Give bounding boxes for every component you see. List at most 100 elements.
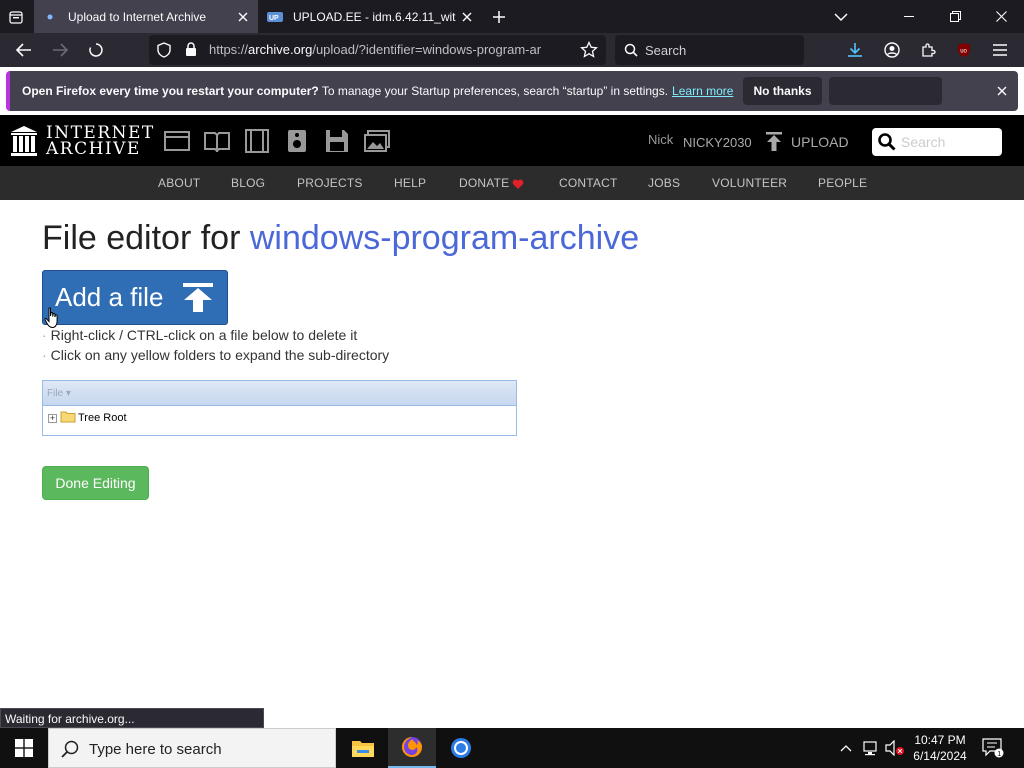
tab-list-icon[interactable]	[4, 6, 28, 28]
volume-muted-icon[interactable]	[884, 728, 906, 768]
navigation-bar: https://archive.org/upload/?identifier=w…	[0, 33, 1024, 67]
svg-text:UP: UP	[269, 15, 279, 22]
software-icon[interactable]	[324, 129, 350, 153]
file-explorer-icon[interactable]	[339, 728, 387, 768]
notification-text: To manage your Startup preferences, sear…	[318, 84, 669, 98]
network-icon[interactable]	[860, 728, 882, 768]
chrome-icon[interactable]	[437, 728, 485, 768]
clock-time: 10:47 PM	[914, 733, 966, 747]
shield-icon[interactable]	[157, 42, 171, 63]
loading-dot-icon	[42, 9, 58, 25]
extensions-icon[interactable]	[914, 36, 942, 64]
username-link[interactable]: NICKY2030	[683, 135, 752, 150]
hand-cursor-icon	[44, 307, 60, 334]
upload-arrow-icon	[766, 132, 782, 151]
notification-action-button[interactable]	[829, 77, 942, 105]
web-icon[interactable]	[164, 129, 190, 153]
notification-message: Open Firefox every time you restart your…	[22, 84, 733, 98]
folder-icon[interactable]	[60, 410, 76, 426]
stop-loading-icon[interactable]	[82, 36, 110, 64]
learn-more-link[interactable]: Learn more	[672, 84, 733, 98]
texts-icon[interactable]	[204, 129, 230, 153]
url-text[interactable]: https://archive.org/upload/?identifier=w…	[209, 42, 571, 57]
archive-building-icon	[11, 126, 37, 156]
close-tab-icon[interactable]	[456, 6, 478, 28]
hint-expand-text: Click on any yellow folders to expand th…	[50, 347, 390, 363]
nav-projects[interactable]: PROJECTS	[297, 176, 363, 190]
nav-donate[interactable]: DONATE	[459, 176, 509, 190]
firefox-icon[interactable]	[388, 728, 436, 768]
site-header: INTERNET ARCHIVE Nick NICKY2030 UPLOAD S…	[0, 115, 1024, 166]
site-search-input[interactable]: Search	[872, 128, 1002, 156]
close-window-icon[interactable]	[978, 0, 1024, 33]
done-editing-button[interactable]: Done Editing	[42, 466, 149, 500]
taskbar: Type here to search 10:47 PM 6/14/2024 1	[0, 728, 1024, 768]
page-title: File editor for windows-program-archive	[42, 219, 639, 258]
file-column-header[interactable]: File ▾	[43, 381, 516, 406]
browser-search-bar[interactable]: Search	[615, 35, 804, 65]
windows-start-icon[interactable]	[0, 728, 48, 768]
restore-icon[interactable]	[932, 0, 978, 33]
taskbar-search-box[interactable]: Type here to search	[48, 728, 336, 768]
lock-icon[interactable]	[185, 42, 197, 62]
internet-archive-logo[interactable]: INTERNET ARCHIVE	[10, 125, 155, 159]
nav-jobs[interactable]: JOBS	[648, 176, 680, 190]
status-text: Waiting for archive.org...	[0, 708, 264, 728]
tree-root-label[interactable]: Tree Root	[78, 412, 127, 424]
notifications-icon[interactable]: 1	[978, 728, 1008, 768]
upload-ee-favicon-icon: UP	[267, 9, 283, 25]
expand-plus-icon[interactable]: +	[48, 413, 57, 423]
nav-about[interactable]: ABOUT	[158, 176, 200, 190]
account-icon[interactable]	[878, 36, 906, 64]
close-notification-icon[interactable]	[992, 81, 1012, 101]
bookmark-star-icon[interactable]	[580, 40, 598, 64]
hint-delete-text: Right-click / CTRL-click on a file below…	[50, 327, 358, 343]
system-clock[interactable]: 10:47 PM 6/14/2024	[912, 732, 968, 764]
tab-strip: Upload to Internet Archive UP UPLOAD.EE …	[0, 0, 1024, 33]
menu-icon[interactable]	[986, 36, 1014, 64]
nav-blog[interactable]: BLOG	[231, 176, 265, 190]
item-identifier-link[interactable]: windows-program-archive	[250, 219, 639, 257]
upload-label: UPLOAD	[791, 134, 849, 150]
video-icon[interactable]	[244, 129, 270, 153]
no-thanks-button[interactable]: No thanks	[743, 77, 822, 105]
forward-icon[interactable]	[46, 36, 74, 64]
downloads-icon[interactable]	[841, 36, 869, 64]
logo-line-2: ARCHIVE	[46, 139, 141, 159]
nav-people[interactable]: PEOPLE	[818, 176, 867, 190]
images-icon[interactable]	[364, 129, 390, 153]
nav-contact[interactable]: CONTACT	[559, 176, 618, 190]
url-protocol: https://	[209, 42, 249, 57]
search-icon	[878, 133, 896, 156]
search-icon	[61, 740, 79, 763]
search-icon	[624, 43, 638, 62]
new-tab-icon[interactable]	[487, 5, 511, 29]
hint-delete: · Right-click / CTRL-click on a file belo…	[42, 327, 358, 343]
tab-upload-ee[interactable]: UP UPLOAD.EE - idm.6.42.11_with_	[259, 0, 482, 33]
add-file-button[interactable]: Add a file	[42, 270, 228, 325]
back-icon[interactable]	[10, 36, 38, 64]
upload-link[interactable]: UPLOAD	[765, 132, 849, 152]
address-bar[interactable]: https://archive.org/upload/?identifier=w…	[149, 35, 606, 65]
title-prefix: File editor for	[42, 219, 250, 257]
clock-date: 6/14/2024	[913, 749, 967, 763]
url-path: /upload/?identifier=windows-program-ar	[312, 42, 542, 57]
browser-search-placeholder: Search	[645, 43, 687, 58]
nav-volunteer[interactable]: VOLUNTEER	[712, 176, 787, 190]
tab-upload-internet-archive[interactable]: Upload to Internet Archive	[34, 0, 258, 33]
show-hidden-icons-chevron-icon[interactable]	[836, 728, 856, 768]
startup-notification-bar: Open Firefox every time you restart your…	[6, 71, 1018, 111]
user-nickname[interactable]: Nick	[648, 132, 673, 147]
audio-icon[interactable]	[284, 129, 310, 153]
taskbar-search-placeholder: Type here to search	[89, 741, 222, 758]
nav-help[interactable]: HELP	[394, 176, 426, 190]
tab-title: Upload to Internet Archive	[68, 9, 207, 24]
heart-icon	[512, 177, 524, 195]
notification-bold-text: Open Firefox every time you restart your…	[22, 84, 319, 98]
tree-root-node[interactable]: + Tree Root	[48, 410, 127, 426]
minimize-icon[interactable]	[886, 0, 932, 33]
add-file-label: Add a file	[55, 282, 164, 312]
close-tab-icon[interactable]	[232, 6, 254, 28]
chevron-down-icon[interactable]	[829, 5, 853, 29]
ublock-origin-icon[interactable]: uo	[950, 36, 978, 64]
